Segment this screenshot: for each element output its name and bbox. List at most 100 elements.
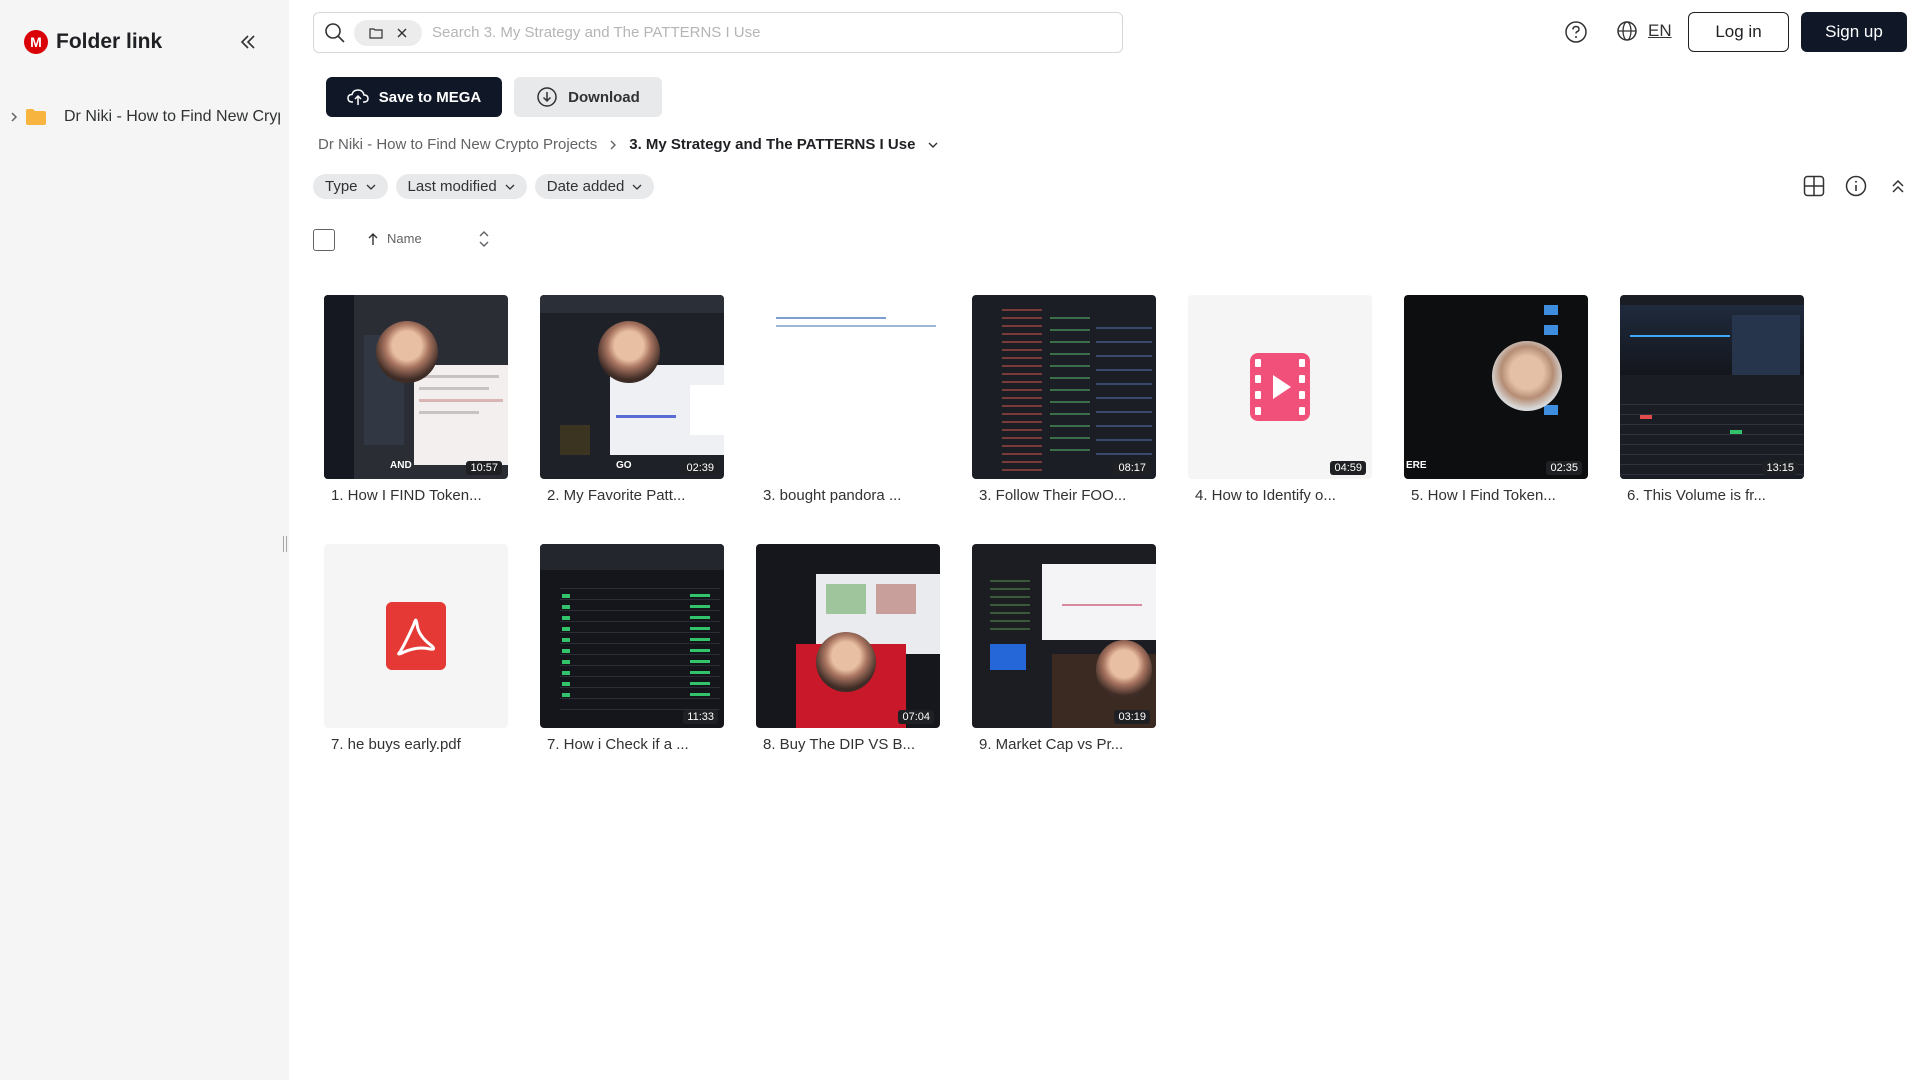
select-all-checkbox[interactable] xyxy=(313,229,335,251)
file-name: 7. he buys early.pdf xyxy=(331,736,461,753)
collapse-sidebar-button[interactable] xyxy=(236,30,260,54)
filter-bar: Type Last modified Date added xyxy=(313,174,655,199)
save-to-mega-button[interactable]: Save to MEGA xyxy=(326,77,502,117)
chevron-down-icon xyxy=(366,184,375,190)
sort-label: Name xyxy=(387,231,422,246)
video-duration: 04:59 xyxy=(1330,461,1366,475)
file-tile[interactable]: ERE 02:35 5. How I Find Token... xyxy=(1404,295,1588,504)
double-chevron-up-icon xyxy=(1892,179,1904,193)
filter-last-modified[interactable]: Last modified xyxy=(395,174,527,199)
video-thumbnail: 03:19 xyxy=(972,544,1156,728)
arrow-up-icon xyxy=(368,232,378,245)
filter-label: Date added xyxy=(546,178,625,195)
close-icon[interactable] xyxy=(396,27,408,39)
file-tile[interactable]: 04:59 4. How to Identify o... xyxy=(1188,295,1372,504)
sidebar-tree-item-root-folder[interactable]: Dr Niki - How to Find New Crypto Project… xyxy=(10,104,280,130)
thumbnail-caption: AND xyxy=(390,460,412,471)
file-tile[interactable]: 08:17 3. Follow Their FOO... xyxy=(972,295,1156,504)
video-duration: 13:15 xyxy=(1762,461,1798,475)
file-name: 8. Buy The DIP VS B... xyxy=(763,736,916,753)
video-thumbnail: GO 02:39 xyxy=(540,295,724,479)
file-tile[interactable]: 07:04 8. Buy The DIP VS B... xyxy=(756,544,940,753)
chevron-down-icon[interactable] xyxy=(927,141,939,149)
info-icon xyxy=(1845,175,1867,197)
file-tile[interactable]: 13:15 6. This Volume is fr... xyxy=(1620,295,1804,504)
breadcrumb-parent-link[interactable]: Dr Niki - How to Find New Crypto Project… xyxy=(318,136,597,153)
double-chevron-left-icon xyxy=(240,35,255,49)
globe-icon xyxy=(1617,21,1637,41)
video-thumbnail: AND 10:57 xyxy=(324,295,508,479)
filter-type[interactable]: Type xyxy=(313,174,388,199)
video-duration: 02:35 xyxy=(1546,461,1582,475)
sidebar: M Folder link Dr Niki - How to Find New … xyxy=(0,0,289,1080)
view-tools xyxy=(1802,174,1910,198)
chevron-right-icon xyxy=(610,140,617,149)
document-thumbnail xyxy=(756,295,940,479)
video-thumbnail: 13:15 xyxy=(1620,295,1804,479)
info-button[interactable] xyxy=(1844,174,1868,198)
video-duration: 02:39 xyxy=(682,461,718,475)
sort-by-name[interactable]: Name xyxy=(367,231,422,246)
sidebar-resize-handle[interactable] xyxy=(281,536,289,556)
pdf-thumbnail xyxy=(324,544,508,728)
grid-view-button[interactable] xyxy=(1802,174,1826,198)
search-bar[interactable]: Search 3. My Strategy and The PATTERNS I… xyxy=(313,12,1123,53)
video-thumbnail: 08:17 xyxy=(972,295,1156,479)
video-thumbnail: 04:59 xyxy=(1188,295,1372,479)
file-name: 4. How to Identify o... xyxy=(1195,487,1336,504)
file-tile[interactable]: GO 02:39 2. My Favorite Patt... xyxy=(540,295,724,504)
folder-outline-icon xyxy=(368,27,383,39)
download-circle-icon xyxy=(537,87,557,107)
file-tile[interactable]: 7. he buys early.pdf xyxy=(324,544,508,753)
chevron-down-icon xyxy=(505,184,515,190)
breadcrumb: Dr Niki - How to Find New Crypto Project… xyxy=(318,136,939,153)
pdf-file-icon xyxy=(386,602,446,670)
search-scope-chip[interactable] xyxy=(354,19,422,46)
search-input[interactable]: Search 3. My Strategy and The PATTERNS I… xyxy=(432,24,760,41)
video-duration: 08:17 xyxy=(1114,461,1150,475)
video-duration: 07:04 xyxy=(898,710,934,724)
file-tile[interactable]: 03:19 9. Market Cap vs Pr... xyxy=(972,544,1156,753)
file-name: 3. bought pandora ... xyxy=(763,487,902,504)
download-label: Download xyxy=(568,88,640,106)
file-tile[interactable]: 3. bought pandora ... xyxy=(756,295,940,504)
file-name: 6. This Volume is fr... xyxy=(1627,487,1766,504)
file-name: 9. Market Cap vs Pr... xyxy=(979,736,1124,753)
file-name: 7. How i Check if a ... xyxy=(547,736,689,753)
video-duration: 10:57 xyxy=(466,461,502,475)
brand[interactable]: M Folder link xyxy=(24,30,162,54)
search-icon xyxy=(325,22,345,43)
video-file-icon xyxy=(1250,353,1310,421)
save-to-mega-label: Save to MEGA xyxy=(378,88,482,106)
file-name: 1. How I FIND Token... xyxy=(331,487,482,504)
thumbnail-caption: GO xyxy=(616,460,632,471)
chevron-down-icon xyxy=(632,184,642,190)
filter-label: Type xyxy=(325,178,358,195)
filter-date-added[interactable]: Date added xyxy=(534,174,655,199)
login-button[interactable]: Log in xyxy=(1688,12,1789,52)
file-name: 2. My Favorite Patt... xyxy=(547,487,686,504)
help-button[interactable] xyxy=(1564,20,1588,44)
language-selector[interactable]: EN xyxy=(1616,20,1672,42)
file-tile[interactable]: 11:33 7. How i Check if a ... xyxy=(540,544,724,753)
signup-button[interactable]: Sign up xyxy=(1801,12,1907,52)
brand-name: Folder link xyxy=(56,30,163,53)
video-duration: 03:19 xyxy=(1114,710,1150,724)
sidebar-tree-item-label: Dr Niki - How to Find New Crypto Project… xyxy=(64,108,280,125)
cloud-upload-icon xyxy=(346,89,369,105)
language-label: EN xyxy=(1648,21,1672,40)
sort-order-toggle[interactable] xyxy=(478,230,490,253)
download-button[interactable]: Download xyxy=(514,77,662,117)
video-thumbnail: 07:04 xyxy=(756,544,940,728)
chevron-right-icon[interactable] xyxy=(10,111,18,123)
video-duration: 11:33 xyxy=(683,710,718,724)
video-thumbnail: 11:33 xyxy=(540,544,724,728)
file-tile[interactable]: AND 10:57 1. How I FIND Token... xyxy=(324,295,508,504)
file-name: 3. Follow Their FOO... xyxy=(979,487,1127,504)
thumbnail-caption: ERE xyxy=(1406,460,1427,471)
collapse-header-button[interactable] xyxy=(1886,174,1910,198)
file-name: 5. How I Find Token... xyxy=(1411,487,1556,504)
folder-icon xyxy=(26,109,46,125)
grid-view-icon xyxy=(1803,175,1825,197)
breadcrumb-current: 3. My Strategy and The PATTERNS I Use xyxy=(629,136,916,153)
